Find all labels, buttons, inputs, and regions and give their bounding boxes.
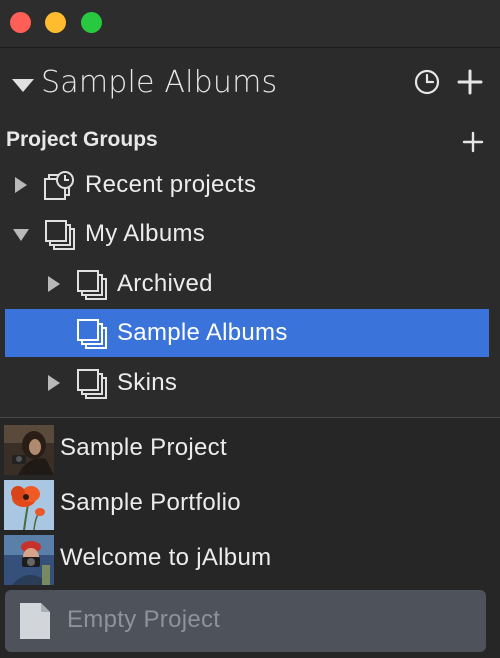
disclosure-down-icon[interactable]	[13, 229, 29, 241]
close-window-button[interactable]	[10, 12, 31, 33]
tree-item-label: Archived	[117, 270, 213, 297]
album-group-icon	[75, 317, 109, 351]
project-label: Welcome to jAlbum	[60, 544, 272, 571]
project-item-sample-project[interactable]: Sample Project	[0, 422, 496, 476]
tree-item-label: Recent projects	[85, 171, 257, 198]
project-item-welcome-to-jalbum[interactable]: Welcome to jAlbum	[0, 532, 496, 586]
disclosure-right-icon[interactable]	[15, 177, 27, 193]
disclosure-down-icon[interactable]	[12, 79, 34, 92]
project-label: Sample Project	[60, 434, 227, 461]
header: Sample Albums	[0, 49, 500, 121]
plus-icon[interactable]	[461, 130, 485, 154]
tree-item-my-albums[interactable]: My Albums	[5, 210, 489, 258]
clock-icon[interactable]	[412, 67, 442, 97]
minimize-window-button[interactable]	[45, 12, 66, 33]
album-group-icon	[43, 218, 77, 252]
photo-thumbnail	[4, 425, 54, 475]
project-groups-heading: Project Groups	[6, 128, 158, 151]
tree-item-label: My Albums	[85, 220, 206, 247]
plus-icon[interactable]	[455, 67, 485, 97]
album-group-icon	[75, 367, 109, 401]
project-label: Sample Portfolio	[60, 489, 241, 516]
document-icon	[18, 601, 52, 641]
maximize-window-button[interactable]	[81, 12, 102, 33]
tree-item-label: Sample Albums	[117, 319, 288, 346]
photo-thumbnail	[4, 480, 54, 530]
tree-item-sample-albums[interactable]: Sample Albums	[5, 309, 489, 357]
disclosure-right-icon[interactable]	[48, 375, 60, 391]
tree-item-label: Skins	[117, 369, 178, 396]
title-bar	[0, 0, 500, 48]
tree-item-recent-projects[interactable]: Recent projects	[5, 161, 489, 209]
project-item-sample-portfolio[interactable]: Sample Portfolio	[0, 477, 496, 531]
photo-thumbnail	[4, 535, 54, 585]
empty-project-label: Empty Project	[67, 606, 221, 633]
album-group-icon	[75, 268, 109, 302]
tree-item-archived[interactable]: Archived	[5, 260, 489, 308]
recent-projects-icon	[43, 169, 77, 203]
tree-item-skins[interactable]: Skins	[5, 359, 489, 407]
disclosure-right-icon[interactable]	[48, 276, 60, 292]
header-title: Sample Albums	[41, 65, 278, 100]
empty-project-button[interactable]: Empty Project	[5, 590, 486, 652]
